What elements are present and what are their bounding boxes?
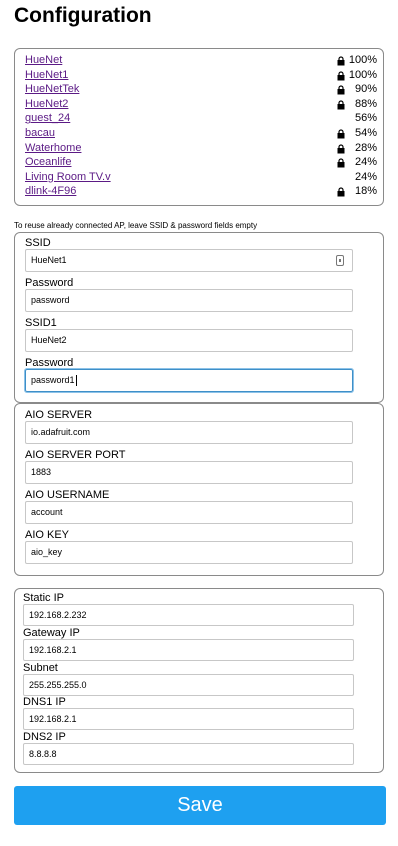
network-item[interactable]: HueNet1 100% <box>25 69 377 83</box>
subnet-label: Subnet <box>23 662 58 674</box>
signal-quality: 18% <box>354 185 377 198</box>
password-input-value: password <box>31 295 70 305</box>
ssid1-input-value: HueNet2 <box>31 335 67 345</box>
gateway-ip-value: 192.168.2.1 <box>29 645 77 655</box>
network-ssid-link[interactable]: Waterhome <box>25 142 81 154</box>
text-caret <box>75 375 77 387</box>
network-item[interactable]: Living Room TV.v 24% <box>25 171 377 185</box>
signal-quality: 24% <box>354 170 377 183</box>
network-ssid-link[interactable]: HueNet1 <box>25 69 68 81</box>
ssid1-label: SSID1 <box>25 317 57 329</box>
aio-port-value: 1883 <box>31 467 52 477</box>
password-label: Password <box>25 277 74 289</box>
dns1-ip-label: DNS1 IP <box>23 696 66 708</box>
aio-port-input[interactable]: 1883 <box>25 461 353 484</box>
signal-quality: 88% <box>354 97 377 110</box>
network-ssid-link[interactable]: Living Room TV.v <box>25 171 111 183</box>
network-ssid-link[interactable]: bacau <box>25 127 55 139</box>
dns2-ip-input[interactable]: 8.8.8.8 <box>23 743 354 765</box>
signal-quality: 54% <box>354 127 377 139</box>
aio-key-label: AIO KEY <box>25 529 70 541</box>
subnet-value: 255.255.255.0 <box>29 680 87 690</box>
dns1-ip-value: 192.168.2.1 <box>29 714 77 724</box>
dns2-ip-label: DNS2 IP <box>23 731 66 743</box>
lock-icon <box>337 85 345 95</box>
password1-input-value: password1 <box>31 375 75 385</box>
aio-username-value: account <box>31 507 63 517</box>
aio-settings-group: AIO SERVER io.adafruit.com AIO SERVER PO… <box>14 403 384 576</box>
ssid-label: SSID <box>25 237 51 249</box>
aio-username-label: AIO USERNAME <box>25 489 110 501</box>
network-ssid-link[interactable]: Oceanlife <box>25 156 71 168</box>
network-item[interactable]: HueNet2 88% <box>25 98 377 112</box>
ssid1-input[interactable]: HueNet2 <box>25 329 353 352</box>
gateway-ip-label: Gateway IP <box>23 627 80 639</box>
network-ssid-link[interactable]: HueNet <box>25 54 62 66</box>
aio-key-value: aio_key <box>31 547 63 557</box>
static-ip-value: 192.168.2.232 <box>29 610 87 620</box>
autofill-key-icon[interactable] <box>336 255 344 266</box>
lock-icon <box>337 187 345 197</box>
aio-server-value: io.adafruit.com <box>31 427 91 437</box>
password-input[interactable]: password <box>25 289 353 312</box>
network-item[interactable]: Waterhome 28% <box>25 142 377 156</box>
network-item[interactable]: bacau 54% <box>25 127 377 141</box>
lock-icon <box>337 158 345 168</box>
network-item[interactable]: guest_24 56% <box>25 112 377 126</box>
aio-key-input[interactable]: aio_key <box>25 541 353 564</box>
network-ssid-link[interactable]: HueNetTek <box>25 83 79 95</box>
aio-server-label: AIO SERVER <box>25 409 93 421</box>
signal-quality: 28% <box>354 141 377 154</box>
signal-quality: 100% <box>348 68 377 81</box>
signal-quality: 24% <box>354 156 377 169</box>
static-ip-input[interactable]: 192.168.2.232 <box>23 604 354 626</box>
subnet-input[interactable]: 255.255.255.0 <box>23 674 354 696</box>
lock-icon <box>337 100 345 110</box>
network-item[interactable]: HueNetTek 90% <box>25 83 377 97</box>
lock-icon <box>337 56 345 66</box>
network-ssid-link[interactable]: guest_24 <box>25 112 70 124</box>
signal-quality: 100% <box>348 54 377 66</box>
wifi-settings-group: SSID HueNet1 Password password SSID1 Hue… <box>14 232 384 403</box>
network-ssid-link[interactable]: HueNet2 <box>25 98 68 110</box>
aio-server-input[interactable]: io.adafruit.com <box>25 421 353 444</box>
lock-icon <box>337 71 345 81</box>
dns2-ip-value: 8.8.8.8 <box>29 749 57 759</box>
save-button[interactable]: Save <box>14 786 386 825</box>
ip-settings-group: Static IP 192.168.2.232 Gateway IP 192.1… <box>14 588 384 773</box>
lock-icon <box>337 144 345 154</box>
network-item[interactable]: dlink-4F96 18% <box>25 185 377 199</box>
page-title: Configuration <box>14 4 152 27</box>
dns1-ip-input[interactable]: 192.168.2.1 <box>23 708 354 730</box>
ssid-input-value: HueNet1 <box>31 255 67 265</box>
gateway-ip-input[interactable]: 192.168.2.1 <box>23 639 354 661</box>
network-item[interactable]: Oceanlife 24% <box>25 156 377 170</box>
password1-input[interactable]: password1 <box>24 368 354 393</box>
network-list: HueNet 100% HueNet1 100% HueNetTek 90% H… <box>14 48 384 206</box>
reuse-ap-hint: To reuse already connected AP, leave SSI… <box>14 221 258 230</box>
signal-quality: 90% <box>354 83 377 96</box>
static-ip-label: Static IP <box>23 592 64 604</box>
network-item[interactable]: HueNet 100% <box>25 54 377 68</box>
ssid-input[interactable]: HueNet1 <box>25 249 353 272</box>
aio-port-label: AIO SERVER PORT <box>25 449 126 461</box>
lock-icon <box>337 129 345 139</box>
network-ssid-link[interactable]: dlink-4F96 <box>25 185 76 197</box>
signal-quality: 56% <box>354 112 377 125</box>
password1-label: Password <box>25 357 74 369</box>
aio-username-input[interactable]: account <box>25 501 353 524</box>
